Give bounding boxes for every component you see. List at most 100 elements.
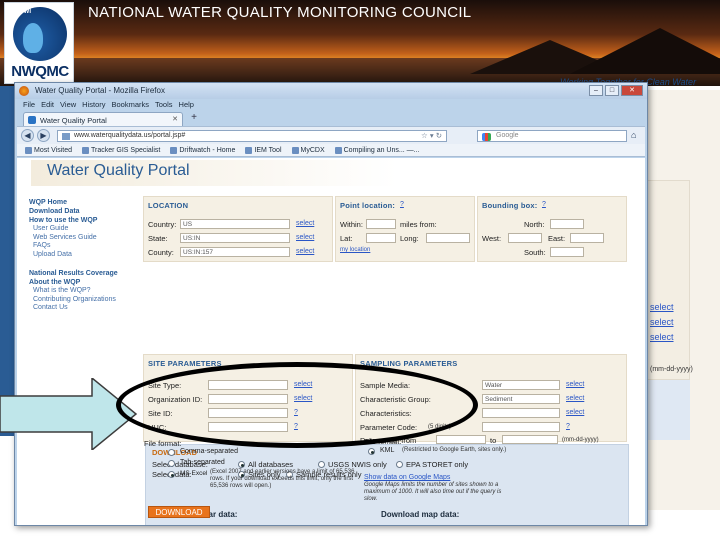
navigation-bar: ◀ ▶ www.waterqualitydata.us/portal.jsp# …: [17, 126, 645, 144]
south-input[interactable]: [550, 247, 584, 257]
menu-history[interactable]: History: [82, 100, 105, 112]
nwqmc-logo: ACWI NWQMC: [4, 2, 74, 84]
within-input[interactable]: [366, 219, 396, 229]
maximize-button[interactable]: □: [605, 85, 619, 96]
tab-water-quality-portal[interactable]: Water Quality Portal ✕: [23, 112, 183, 126]
storet-only-label: EPA STORET only: [406, 460, 469, 469]
country-select-link[interactable]: select: [296, 220, 314, 227]
title-bar: Water Quality Portal - Mozilla Firefox –…: [15, 83, 647, 99]
lat-label: Lat:: [340, 234, 353, 243]
menu-tools[interactable]: Tools: [155, 100, 173, 112]
county-select-link[interactable]: select: [296, 248, 314, 255]
characteristic-group-input[interactable]: Sediment: [482, 394, 560, 404]
nav-results-coverage[interactable]: National Results Coverage: [29, 269, 141, 278]
my-location-link[interactable]: my location: [340, 247, 370, 253]
point-location-panel: Point location: ? Within: miles from: La…: [335, 196, 475, 262]
point-location-help[interactable]: ?: [400, 201, 404, 208]
date-from-input[interactable]: [436, 435, 486, 444]
mountain-silhouette: [570, 28, 720, 74]
sites-only-radio[interactable]: [238, 471, 245, 478]
nav-wqp-home[interactable]: WQP Home: [29, 198, 141, 207]
menu-view[interactable]: View: [60, 100, 76, 112]
long-input[interactable]: [426, 233, 470, 243]
new-tab-button[interactable]: +: [187, 113, 201, 125]
sites-only-label: Sites only: [248, 470, 281, 479]
sample-results-radio[interactable]: [286, 471, 293, 478]
tab-label: Water Quality Portal: [40, 116, 107, 125]
menu-file[interactable]: File: [23, 100, 35, 112]
west-input[interactable]: [508, 233, 542, 243]
background-select-link: select: [650, 302, 674, 312]
parameter-code-help[interactable]: ?: [566, 423, 570, 430]
nwis-only-radio[interactable]: [318, 461, 325, 468]
select-database-label: Select database:: [152, 460, 208, 469]
nav-how-to-use[interactable]: How to use the WQP: [29, 216, 141, 225]
bookmark-item[interactable]: MyCDX: [291, 144, 325, 156]
lat-input[interactable]: [366, 233, 396, 243]
bookmarks-toolbar: Most Visited Tracker GIS Specialist Drif…: [17, 144, 645, 157]
storet-only-radio[interactable]: [396, 461, 403, 468]
slide: ACWI NWQMC NATIONAL WATER QUALITY MONITO…: [0, 0, 720, 540]
map-data-title: Download map data:: [381, 510, 460, 519]
all-databases-radio[interactable]: [238, 461, 245, 468]
east-input[interactable]: [570, 233, 604, 243]
east-label: East:: [548, 234, 566, 243]
characteristics-select-link[interactable]: select: [566, 409, 584, 416]
bookmark-item[interactable]: Driftwatch - Home: [170, 144, 235, 156]
bookmark-item[interactable]: Tracker GIS Specialist: [82, 144, 160, 156]
county-input[interactable]: US:IN:157: [180, 247, 290, 257]
bookmark-icon: [82, 146, 89, 154]
close-button[interactable]: ✕: [621, 85, 643, 96]
bookmark-item[interactable]: Most Visited: [25, 144, 72, 156]
download-button[interactable]: DOWNLOAD: [148, 506, 210, 518]
menu-help[interactable]: Help: [179, 100, 194, 112]
long-label: Long:: [400, 234, 419, 243]
back-button[interactable]: ◀: [21, 129, 34, 142]
nav-contact-us[interactable]: Contact Us: [29, 304, 141, 313]
address-bar[interactable]: www.waterqualitydata.us/portal.jsp# ☆ ▾ …: [57, 130, 447, 142]
north-input[interactable]: [550, 219, 584, 229]
bookmark-item[interactable]: Compiling an Uns... —...: [334, 144, 420, 156]
bookmark-label: MyCDX: [300, 146, 325, 154]
nav-what-is-wqp[interactable]: What is the WQP?: [29, 287, 141, 296]
bookmark-label: Driftwatch - Home: [179, 146, 236, 154]
characteristic-group-select-link[interactable]: select: [566, 395, 584, 402]
parameter-code-input[interactable]: [482, 422, 560, 432]
bounding-box-help[interactable]: ?: [542, 201, 546, 208]
nav-upload-data[interactable]: Upload Data: [29, 251, 141, 260]
bookmark-item[interactable]: IEM Tool: [245, 144, 282, 156]
download-header: DOWNLOAD: [152, 448, 197, 457]
characteristics-input[interactable]: [482, 408, 560, 418]
menu-bookmarks[interactable]: Bookmarks: [112, 100, 150, 112]
nav-contributing-orgs[interactable]: Contributing Organizations: [29, 296, 141, 305]
minimize-button[interactable]: –: [589, 85, 603, 96]
nav-faqs[interactable]: FAQs: [29, 242, 141, 251]
forward-button[interactable]: ▶: [37, 129, 50, 142]
sample-media-select-link[interactable]: select: [566, 381, 584, 388]
country-input[interactable]: US: [180, 219, 290, 229]
background-date-hint: (mm-dd-yyyy): [650, 366, 693, 373]
tab-strip: Water Quality Portal ✕ +: [21, 112, 641, 126]
logo-small-text: ACWI: [15, 9, 31, 15]
home-icon[interactable]: ⌂: [631, 130, 636, 140]
nav-web-services-guide[interactable]: Web Services Guide: [29, 234, 141, 243]
logo-text: NWQMC: [11, 63, 69, 80]
sample-media-input[interactable]: Water: [482, 380, 560, 390]
state-select-link[interactable]: select: [296, 234, 314, 241]
background-select-link: select: [650, 317, 674, 327]
nav-download-data[interactable]: Download Data: [29, 207, 141, 216]
nav-user-guide[interactable]: User Guide: [29, 225, 141, 234]
bookmark-star-icon[interactable]: ☆ ▾ ↻: [421, 131, 442, 140]
search-box[interactable]: Google: [477, 130, 627, 142]
nav-gap: [29, 259, 141, 269]
location-header: LOCATION: [148, 201, 189, 210]
menu-edit[interactable]: Edit: [41, 100, 54, 112]
nav-about-wqp[interactable]: About the WQP: [29, 278, 141, 287]
date-to-input[interactable]: [502, 435, 558, 444]
state-input[interactable]: US:IN: [180, 233, 290, 243]
south-label: South:: [524, 248, 546, 257]
tab-close-icon[interactable]: ✕: [172, 115, 178, 123]
bookmark-label: Compiling an Uns... —...: [343, 146, 420, 154]
page-title: Water Quality Portal: [47, 162, 190, 179]
all-databases-label: All databases: [248, 460, 294, 469]
